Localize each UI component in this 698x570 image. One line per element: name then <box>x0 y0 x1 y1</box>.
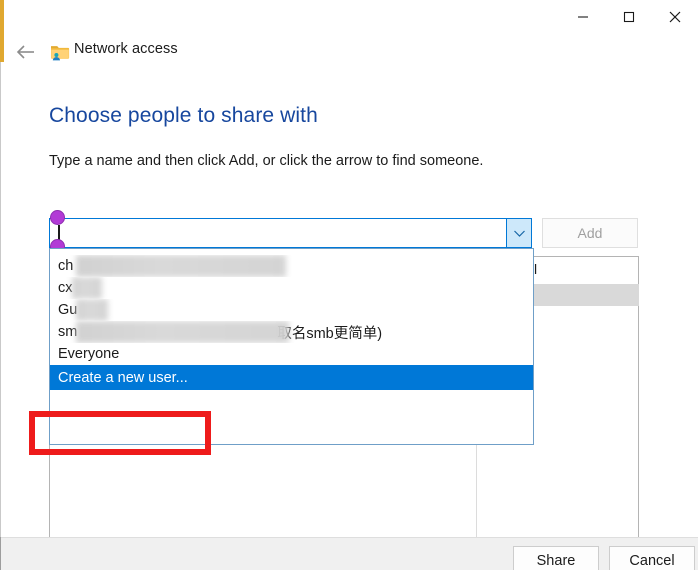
add-button[interactable]: Add <box>542 218 638 248</box>
user-name-input[interactable] <box>49 218 532 248</box>
redaction-overlay <box>76 321 289 343</box>
back-arrow-icon <box>16 45 34 59</box>
combobox-dropdown-button[interactable] <box>506 218 532 248</box>
title-bar <box>5 0 698 36</box>
redaction-overlay <box>76 255 286 277</box>
section-instruction: Type a name and then click Add, or click… <box>49 153 484 169</box>
dropdown-item[interactable]: Gu <box>50 299 533 321</box>
footer-left-edge <box>0 537 1 570</box>
dropdown-item[interactable]: sm 取名smb更简单) <box>50 321 533 343</box>
dropdown-item-label: Gu <box>58 302 78 318</box>
dropdown-item-label: sm <box>58 324 78 340</box>
window-controls <box>560 0 698 36</box>
redaction-overlay <box>76 299 108 321</box>
annotation-rectangle <box>29 411 211 455</box>
selection-handle-top[interactable] <box>50 210 65 225</box>
dropdown-item-label: cx <box>58 280 73 296</box>
chevron-down-icon <box>513 230 525 237</box>
maximize-icon <box>623 11 635 23</box>
share-button[interactable]: Share <box>513 546 599 570</box>
page-body: Choose people to share with Type a name … <box>1 70 698 570</box>
shared-folder-icon <box>50 43 70 61</box>
network-access-window: Network access Choose people to share wi… <box>0 0 698 570</box>
back-button[interactable] <box>11 38 41 66</box>
redaction-overlay <box>72 277 102 299</box>
minimize-icon <box>578 16 588 18</box>
dropdown-item[interactable]: Everyone <box>50 343 533 365</box>
close-icon <box>669 11 681 23</box>
navigation-bar: Network access <box>5 38 698 68</box>
dropdown-item[interactable]: ch <box>50 255 533 277</box>
user-name-combobox[interactable] <box>49 210 534 254</box>
cancel-button[interactable]: Cancel <box>609 546 695 570</box>
dropdown-item-label: Create a new user... <box>58 369 188 386</box>
minimize-button[interactable] <box>560 0 606 34</box>
dropdown-item-create-new-user[interactable]: Create a new user... <box>50 365 533 390</box>
maximize-button[interactable] <box>606 0 652 34</box>
dropdown-item-label: Everyone <box>58 346 120 362</box>
close-button[interactable] <box>652 0 698 34</box>
page-title: Network access <box>74 41 178 57</box>
dropdown-item[interactable]: cx <box>50 277 533 299</box>
dropdown-item-label: ch <box>58 258 74 274</box>
section-heading: Choose people to share with <box>49 104 318 127</box>
